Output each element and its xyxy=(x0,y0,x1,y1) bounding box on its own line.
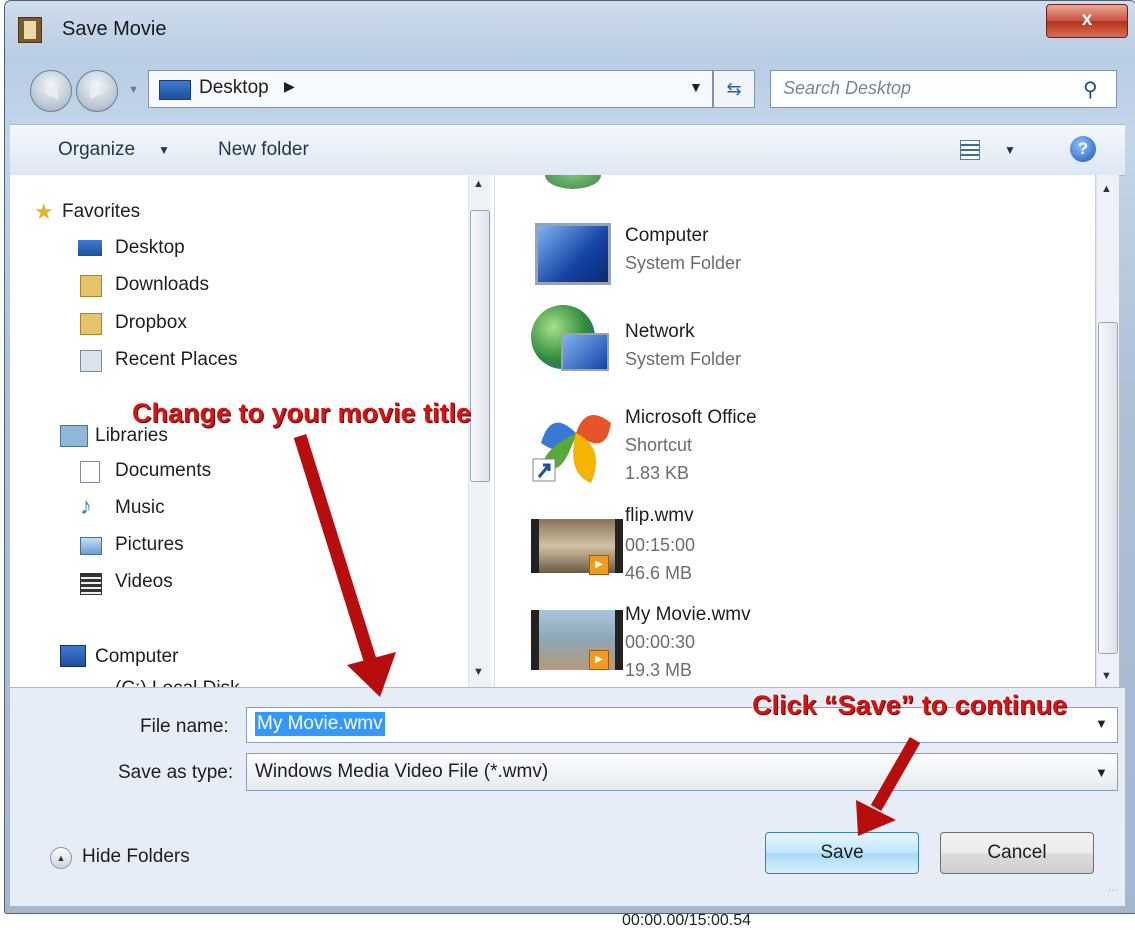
annotation-arrow-to-filename xyxy=(293,434,396,697)
annotation-arrows xyxy=(293,434,921,836)
annotation-arrow-to-save xyxy=(856,737,921,836)
